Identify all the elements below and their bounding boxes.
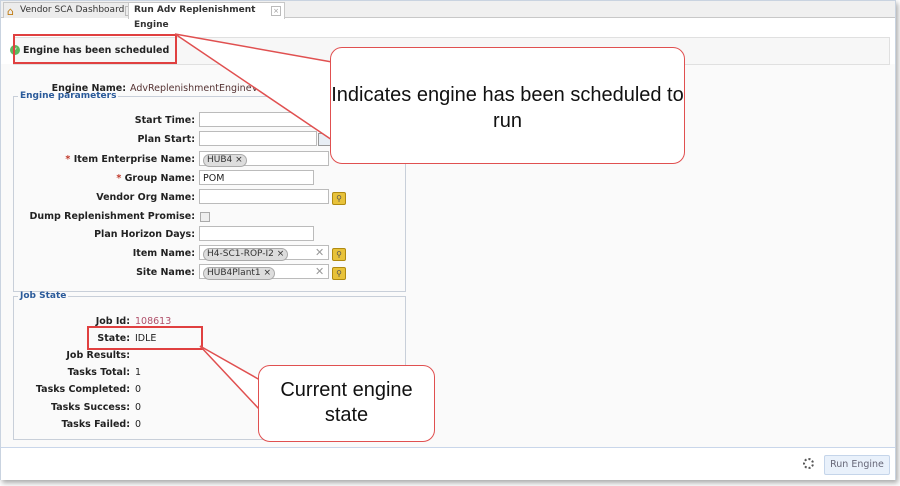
callout-scheduled: Indicates engine has been scheduled to r… <box>330 47 685 164</box>
callout-state: Current engine state <box>258 365 435 442</box>
